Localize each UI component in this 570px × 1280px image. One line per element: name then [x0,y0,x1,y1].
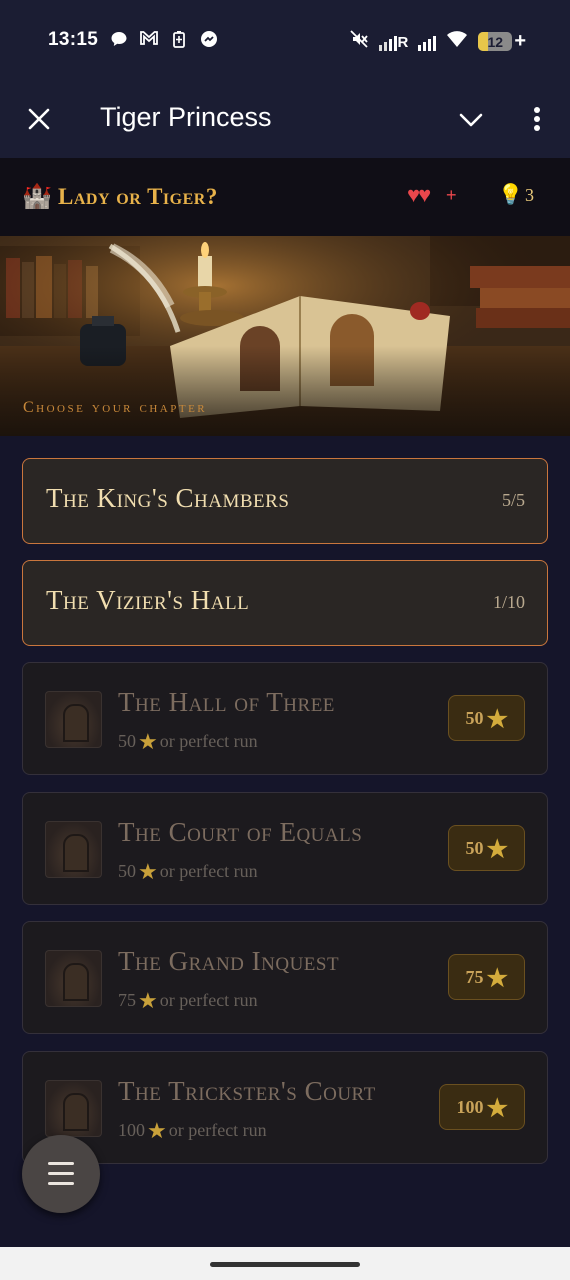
star-icon: ★ [138,859,158,884]
battery-icon: 12 [478,32,513,51]
gmail-icon [138,30,160,50]
status-time: 13:15 [48,29,99,50]
chapter-progress: 5/5 [501,490,525,510]
game-header: 🏰 Lady or Tiger? ♥♥ + 💡 3 [0,158,570,236]
unlock-requirement: 75★ or perfect run [118,988,258,1013]
star-icon: ★ [138,729,158,754]
chat-bubble-icon [108,30,130,50]
hamburger-menu-icon [48,1162,74,1165]
chapter-card-grand-inquest[interactable]: The Grand Inquest 75★ or perfect run 75 ★ [22,921,548,1034]
hint-count: 3 [525,185,534,205]
unlock-button[interactable]: 50 ★ [448,825,525,871]
locked-door-thumbnail [45,1080,102,1137]
chapter-card-court-of-equals[interactable]: The Court of Equals 50★ or perfect run 50… [22,792,548,905]
charging-plus-icon: + [514,30,526,52]
chapter-card-tricksters-court[interactable]: The Trickster's Court 100★ or perfect run… [22,1051,548,1164]
chapter-title: The Trickster's Court [118,1076,376,1106]
chevron-down-icon[interactable] [454,102,488,136]
unlock-button[interactable]: 100 ★ [439,1084,525,1130]
menu-fab-button[interactable] [22,1135,100,1213]
messenger-icon [198,30,220,50]
star-icon: ★ [486,966,508,992]
chapter-card-viziers-hall[interactable]: The Vizier's Hall 1/10 [22,560,548,646]
locked-door-thumbnail [45,950,102,1007]
signal-roaming-icon: R [379,33,408,51]
unlock-requirement: 50★ or perfect run [118,729,258,754]
chapter-progress: 1/10 [492,592,525,612]
add-hearts-button[interactable]: + [446,185,457,206]
system-nav-bar [0,1247,570,1280]
wifi-icon [446,30,468,53]
chapter-title: The Court of Equals [118,817,363,847]
star-icon: ★ [486,1096,508,1122]
unlock-requirement: 50★ or perfect run [118,859,258,884]
signal-icon [418,33,437,51]
app-bar: Tiger Princess [0,80,570,158]
close-icon[interactable] [24,102,54,136]
chapter-title: The King's Chambers [46,483,290,513]
unlock-button[interactable]: 50 ★ [448,695,525,741]
chapter-title: The Grand Inquest [118,946,340,976]
star-icon: ★ [147,1118,167,1143]
app-title: Tiger Princess [100,102,272,132]
unlock-requirement: 100★ or perfect run [118,1118,267,1143]
chapter-title: The Hall of Three [118,687,335,717]
locked-door-thumbnail [45,821,102,878]
hearts-lives: ♥♥ [407,182,431,207]
chapter-card-kings-chambers[interactable]: The King's Chambers 5/5 [22,458,548,544]
star-icon: ★ [486,707,508,733]
game-title: Lady or Tiger? [58,184,218,209]
mute-icon [349,29,369,54]
star-icon: ★ [138,988,158,1013]
home-gesture-handle[interactable] [210,1262,360,1267]
status-bar: 13:15 R 12 + [0,0,570,80]
unlock-button[interactable]: 75 ★ [448,954,525,1000]
battery-saver-icon [168,30,190,50]
chapter-banner-image: Choose your chapter [0,236,570,436]
chapter-card-hall-of-three[interactable]: The Hall of Three 50★ or perfect run 50 ★ [22,662,548,775]
castle-icon: 🏰 [22,184,52,210]
banner-caption: Choose your chapter [23,399,208,416]
lightbulb-icon: 💡 [498,184,523,206]
locked-door-thumbnail [45,691,102,748]
more-vert-icon[interactable] [526,102,548,136]
chapter-title: The Vizier's Hall [46,585,250,615]
system-icons: R 12 + [349,29,526,54]
star-icon: ★ [486,837,508,863]
notification-icons [108,30,220,50]
